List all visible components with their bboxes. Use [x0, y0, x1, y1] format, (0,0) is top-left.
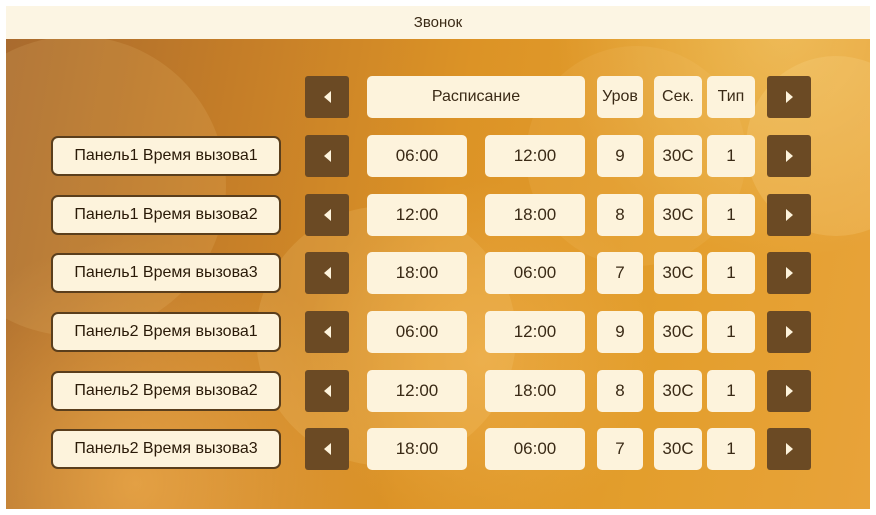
screen: Звонок Расписание Уров Сек. Тип Панель1 … — [6, 6, 870, 509]
schedule-header: Расписание — [367, 76, 585, 118]
arrow-right-icon — [785, 326, 793, 338]
level-field[interactable]: 9 — [597, 311, 643, 353]
title-bar: Звонок — [6, 6, 870, 39]
type-field[interactable]: 1 — [707, 428, 755, 470]
row-prev-button[interactable] — [305, 311, 349, 353]
arrow-left-icon — [323, 385, 331, 397]
header-next-button[interactable] — [767, 76, 811, 118]
sec-header: Сек. — [654, 76, 702, 118]
panel-call-time-button[interactable]: Панель2 Время вызова3 — [51, 429, 281, 469]
arrow-left-icon — [323, 326, 331, 338]
row-next-button[interactable] — [767, 252, 811, 294]
arrow-right-icon — [785, 209, 793, 221]
panel-call-time-button[interactable]: Панель1 Время вызова2 — [51, 195, 281, 235]
arrow-left-icon — [323, 443, 331, 455]
arrow-right-icon — [785, 385, 793, 397]
seconds-field[interactable]: 30С — [654, 428, 702, 470]
row-next-button[interactable] — [767, 428, 811, 470]
type-field[interactable]: 1 — [707, 370, 755, 412]
row-next-button[interactable] — [767, 194, 811, 236]
type-field[interactable]: 1 — [707, 194, 755, 236]
level-field[interactable]: 9 — [597, 135, 643, 177]
seconds-field[interactable]: 30С — [654, 370, 702, 412]
panel-call-time-button[interactable]: Панель1 Время вызова1 — [51, 136, 281, 176]
arrow-right-icon — [785, 267, 793, 279]
row-next-button[interactable] — [767, 370, 811, 412]
row-prev-button[interactable] — [305, 428, 349, 470]
arrow-right-icon — [785, 443, 793, 455]
start-time-field[interactable]: 06:00 — [367, 135, 467, 177]
header-prev-button[interactable] — [305, 76, 349, 118]
row-prev-button[interactable] — [305, 135, 349, 177]
row-next-button[interactable] — [767, 135, 811, 177]
level-field[interactable]: 8 — [597, 194, 643, 236]
level-field[interactable]: 7 — [597, 252, 643, 294]
end-time-field[interactable]: 12:00 — [485, 135, 585, 177]
row-prev-button[interactable] — [305, 370, 349, 412]
panel-call-time-button[interactable]: Панель1 Время вызова3 — [51, 253, 281, 293]
type-field[interactable]: 1 — [707, 311, 755, 353]
end-time-field[interactable]: 06:00 — [485, 252, 585, 294]
arrow-right-icon — [785, 91, 793, 103]
arrow-left-icon — [323, 150, 331, 162]
arrow-left-icon — [323, 267, 331, 279]
type-header: Тип — [707, 76, 755, 118]
row-prev-button[interactable] — [305, 194, 349, 236]
start-time-field[interactable]: 18:00 — [367, 252, 467, 294]
start-time-field[interactable]: 12:00 — [367, 194, 467, 236]
level-field[interactable]: 8 — [597, 370, 643, 412]
row-next-button[interactable] — [767, 311, 811, 353]
type-field[interactable]: 1 — [707, 135, 755, 177]
end-time-field[interactable]: 06:00 — [485, 428, 585, 470]
start-time-field[interactable]: 06:00 — [367, 311, 467, 353]
seconds-field[interactable]: 30С — [654, 311, 702, 353]
level-field[interactable]: 7 — [597, 428, 643, 470]
seconds-field[interactable]: 30С — [654, 252, 702, 294]
seconds-field[interactable]: 30С — [654, 135, 702, 177]
panel-call-time-button[interactable]: Панель2 Время вызова1 — [51, 312, 281, 352]
row-prev-button[interactable] — [305, 252, 349, 294]
page-title: Звонок — [413, 14, 463, 31]
level-header: Уров — [597, 76, 643, 118]
end-time-field[interactable]: 18:00 — [485, 194, 585, 236]
start-time-field[interactable]: 12:00 — [367, 370, 467, 412]
type-field[interactable]: 1 — [707, 252, 755, 294]
panel-call-time-button[interactable]: Панель2 Время вызова2 — [51, 371, 281, 411]
arrow-right-icon — [785, 150, 793, 162]
start-time-field[interactable]: 18:00 — [367, 428, 467, 470]
end-time-field[interactable]: 18:00 — [485, 370, 585, 412]
end-time-field[interactable]: 12:00 — [485, 311, 585, 353]
arrow-left-icon — [323, 209, 331, 221]
arrow-left-icon — [323, 91, 331, 103]
seconds-field[interactable]: 30С — [654, 194, 702, 236]
